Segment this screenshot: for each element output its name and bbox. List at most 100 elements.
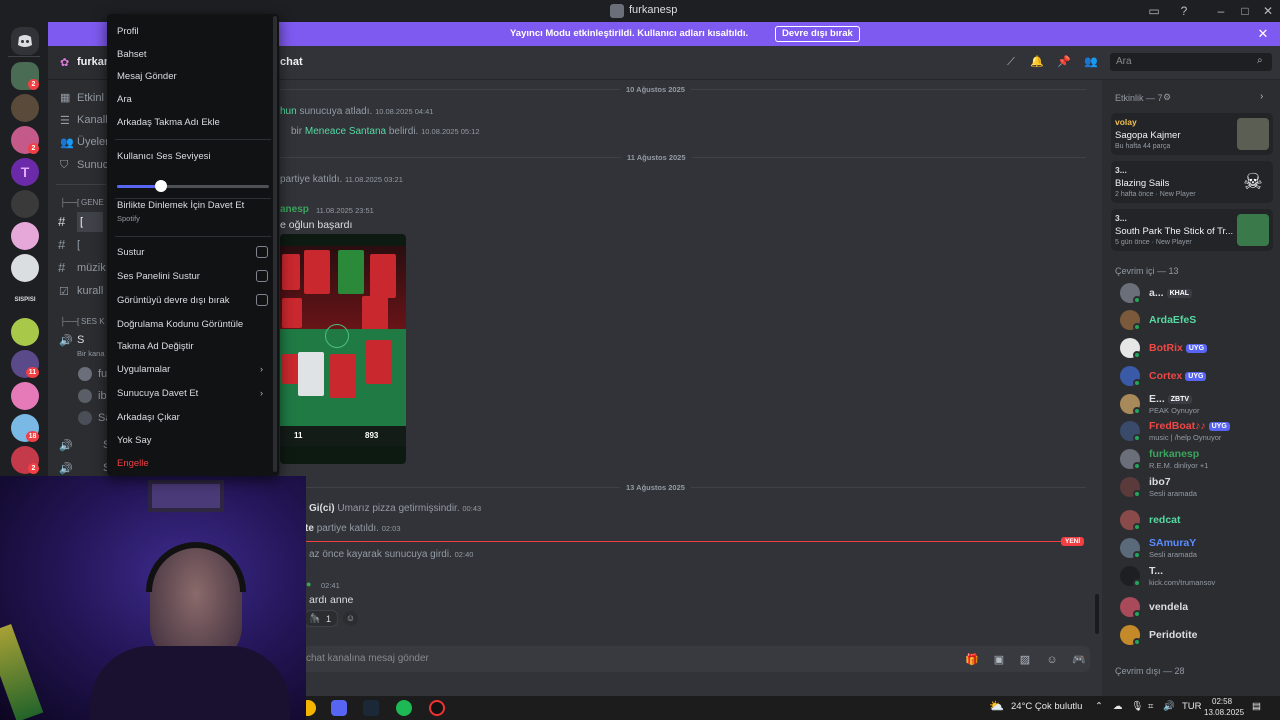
menu-item-block[interactable]: Engelle	[117, 458, 149, 469]
add-reaction-icon[interactable]: ☺	[343, 611, 358, 626]
gift-icon[interactable]: 🎁	[965, 653, 979, 667]
member-row[interactable]: E... ZBTV PEAK Oynuyor	[1120, 391, 1270, 417]
server-icon-flower[interactable]	[11, 222, 39, 250]
mention-badge: 11	[26, 367, 39, 378]
bell-icon[interactable]: 🔔	[1030, 55, 1044, 69]
maximize-icon[interactable]: □	[1237, 3, 1253, 19]
category-voice[interactable]: SES K	[81, 317, 105, 326]
member-row[interactable]: ArdaEfeS	[1120, 307, 1270, 333]
voice-user[interactable]: ib	[98, 386, 107, 406]
discord-home-icon[interactable]	[11, 27, 39, 55]
menu-item-verification-code[interactable]: Doğrulama Kodunu Görüntüle	[117, 319, 243, 330]
sticker-icon[interactable]: ▨	[1018, 653, 1032, 667]
server-icon-white[interactable]	[11, 254, 39, 282]
mute-checkbox[interactable]	[256, 246, 268, 258]
member-row[interactable]: Peridotite	[1120, 622, 1270, 648]
voice-user[interactable]: fu	[98, 364, 107, 384]
gear-icon[interactable]: ⚙	[1163, 92, 1171, 103]
menu-item-mention[interactable]: Bahset	[117, 49, 147, 60]
banner-close-icon[interactable]: ✕	[1256, 26, 1270, 42]
server-icon-sispisi[interactable]: SISPISI	[11, 286, 39, 314]
scrollbar[interactable]	[1095, 594, 1099, 634]
member-row[interactable]: redcat	[1120, 507, 1270, 533]
server-icon-t[interactable]: T	[11, 158, 39, 186]
member-list-icon[interactable]: 👥	[1084, 55, 1098, 69]
member-row[interactable]: furkanesp R.E.M. dinliyor +1	[1120, 446, 1270, 472]
pin-icon[interactable]: 📌	[1057, 55, 1071, 69]
member-row[interactable]: Cortex UYG	[1120, 363, 1270, 389]
member-row[interactable]: SAmuraY Sesli aramada	[1120, 535, 1270, 561]
sidebar-item-events[interactable]: Etkinl	[77, 88, 104, 108]
reaction[interactable]: 🦍 1	[304, 610, 338, 627]
member-row[interactable]: FredBoat♪♪ UYG music | /help Oynuyor	[1120, 418, 1270, 444]
clock-time[interactable]: 02:58	[1212, 697, 1232, 706]
activity-card[interactable]: volay Sagopa Kajmer Bu hafta 44 parça	[1111, 113, 1273, 155]
member-name: redcat	[1149, 514, 1181, 526]
help-icon[interactable]: ?	[1176, 3, 1192, 19]
menu-item-invite-to-server[interactable]: Sunucuya Davet Et	[117, 388, 198, 399]
sidebar-item-channels[interactable]: Kanall	[77, 110, 108, 130]
online-status-icon	[1133, 523, 1141, 531]
user-volume-handle[interactable]	[155, 180, 168, 192]
online-header: Çevrim içi — 13	[1115, 266, 1179, 276]
message-author[interactable]: anesp	[280, 204, 309, 215]
menu-item-add-nickname[interactable]: Arkadaş Takma Adı Ekle	[117, 117, 220, 128]
threads-icon[interactable]: ⟋	[1004, 55, 1018, 69]
disable-video-checkbox[interactable]	[256, 294, 268, 306]
server-icon-somurn[interactable]	[11, 94, 39, 122]
obs-icon[interactable]	[429, 700, 445, 716]
menu-item-profile[interactable]: Profil	[117, 26, 139, 37]
menu-item-change-nickname[interactable]: Takma Ad Değiştir	[117, 341, 194, 352]
menu-scrollbar[interactable]	[273, 16, 277, 472]
menu-item-listen-along[interactable]: Birlikte Dinlemek İçin Davet Et	[117, 200, 244, 211]
member-row[interactable]: a... KHAL	[1120, 280, 1270, 306]
member-row[interactable]: vendela	[1120, 594, 1270, 620]
emoji-icon[interactable]: ☺	[1045, 653, 1059, 667]
member-row[interactable]: T... kick.com/trumansov	[1120, 563, 1270, 589]
menu-item-remove-friend[interactable]: Arkadaşı Çıkar	[117, 412, 180, 423]
voice-channel[interactable]: S	[77, 330, 84, 350]
category-general[interactable]: GENE	[81, 198, 104, 207]
member-row[interactable]: BotRix UYG	[1120, 335, 1270, 361]
menu-item-call[interactable]: Ara	[117, 94, 132, 105]
activity-card[interactable]: 3... South Park The Stick of Tr... 5 gün…	[1111, 209, 1273, 251]
activity-card[interactable]: 3... Blazing Sails 2 hafta önce · New Pl…	[1111, 161, 1273, 203]
user-volume-label: Kullanıcı Ses Seviyesi	[117, 151, 211, 162]
server-icon-green[interactable]	[11, 318, 39, 346]
menu-item-mute-soundboard[interactable]: Ses Panelini Sustur	[117, 271, 200, 282]
member-row[interactable]: ibo7 Sesli aramada	[1120, 474, 1270, 500]
disable-streamer-button[interactable]: Devre dışı bırak	[775, 26, 860, 42]
menu-item-message[interactable]: Mesaj Gönder	[117, 71, 177, 82]
clock-date[interactable]: 13.08.2025	[1204, 708, 1244, 717]
inbox-icon[interactable]: ▭	[1146, 3, 1162, 19]
channel-chat[interactable]: [	[77, 212, 103, 232]
menu-item-apps[interactable]: Uygulamalar	[117, 364, 170, 375]
apps-icon[interactable]: 🎮	[1072, 653, 1086, 667]
discord-taskbar-icon[interactable]	[331, 700, 347, 716]
minimize-icon[interactable]: –	[1213, 3, 1229, 19]
menu-item-mute[interactable]: Sustur	[117, 247, 144, 258]
menu-item-disable-video[interactable]: Görüntüyü devre dışı bırak	[117, 295, 229, 306]
server-icon-ninja[interactable]	[11, 190, 39, 218]
search-input[interactable]: Ara ⌕	[1110, 53, 1272, 71]
member-name: T...	[1149, 565, 1163, 577]
message-author: Gi(ci)	[309, 503, 335, 514]
member-tag: UYG	[1185, 372, 1207, 381]
sidebar-item-members[interactable]: Üyeler	[77, 132, 109, 152]
mute-soundboard-checkbox[interactable]	[256, 270, 268, 282]
channel-announcements[interactable]: [	[77, 235, 80, 255]
menu-item-ignore[interactable]: Yok Say	[117, 435, 152, 446]
gif-icon[interactable]: ▣	[992, 653, 1006, 667]
notification-icon[interactable]: ▤	[1252, 701, 1261, 712]
window-close-icon[interactable]: ✕	[1260, 3, 1276, 19]
weather-text[interactable]: 24°C Çok bulutlu	[1011, 701, 1082, 712]
chevron-right-icon[interactable]: ›	[1260, 91, 1263, 102]
server-icon-pink2[interactable]	[11, 382, 39, 410]
language-indicator[interactable]: TUR	[1182, 701, 1202, 712]
spotify-icon[interactable]	[396, 700, 412, 716]
channel-kurallar[interactable]: kurall	[77, 281, 103, 301]
steam-icon[interactable]	[363, 700, 379, 716]
channel-muzik[interactable]: müzik	[77, 258, 106, 278]
image-attachment[interactable]: 11 893	[280, 234, 406, 464]
tray-chevron-icon[interactable]: ⌃	[1095, 701, 1103, 712]
